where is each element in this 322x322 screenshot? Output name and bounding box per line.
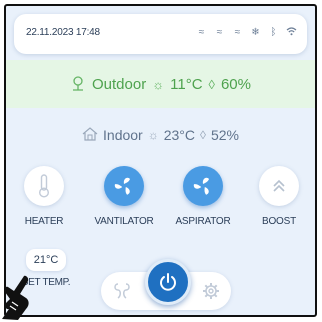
airflow-icon[interactable]: [113, 282, 131, 300]
wind-icon: ≈: [198, 27, 205, 38]
boost-mode-button[interactable]: BOOST: [242, 166, 315, 227]
humidity-icon: ◊: [208, 76, 215, 92]
heater-circle[interactable]: [24, 166, 64, 206]
outdoor-icon: [70, 75, 86, 94]
chevrons-up-icon: [273, 179, 285, 192]
indoor-humidity: 52%: [210, 127, 239, 143]
vantilator-circle[interactable]: [104, 166, 144, 206]
set-temperature-value[interactable]: 21°C: [26, 249, 66, 271]
thermometer-icon: [38, 174, 50, 198]
indoor-label: Indoor: [103, 127, 143, 143]
outdoor-temperature: 11°C: [170, 75, 203, 93]
heater-label: HEATER: [24, 216, 64, 227]
sun-icon: ☼: [152, 76, 165, 92]
heater-mode-button[interactable]: HEATER: [7, 166, 81, 227]
app-screen: 22.11.2023 17:48 ≈ ≈ ≈ ❄ ᛒ Outdoor ☼ 11°…: [4, 4, 317, 317]
date-time: 22.11.2023 17:48: [26, 27, 100, 38]
humidity-icon: ◊: [200, 128, 206, 142]
boost-circle[interactable]: [259, 166, 299, 206]
indoor-temperature: 23°C: [163, 127, 195, 143]
wind-icon: ≈: [216, 27, 223, 38]
vantilator-label: VANTILATOR: [94, 216, 154, 227]
status-icons: ≈ ≈ ≈ ❄ ᛒ: [196, 26, 297, 39]
wind-icon: ≈: [234, 27, 241, 38]
power-button[interactable]: [145, 259, 191, 305]
aspirator-mode-button[interactable]: ASPIRATOR: [166, 166, 240, 227]
sun-icon: ☼: [147, 128, 159, 142]
indoor-conditions: Indoor ☼ 23°C ◊ 52%: [6, 120, 315, 150]
status-card: 22.11.2023 17:48 ≈ ≈ ≈ ❄ ᛒ: [14, 14, 307, 54]
aspirator-label: ASPIRATOR: [175, 216, 231, 227]
fan-icon: [193, 177, 209, 195]
gear-icon[interactable]: [202, 282, 220, 300]
home-icon: [82, 126, 98, 144]
outdoor-label: Outdoor: [92, 75, 147, 93]
vantilator-mode-button[interactable]: VANTILATOR: [87, 166, 161, 227]
wifi-icon: [286, 26, 297, 39]
power-icon: [160, 273, 176, 291]
aspirator-circle[interactable]: [183, 166, 223, 206]
hand-pointer-icon: [2, 275, 29, 320]
boost-label: BOOST: [261, 216, 296, 227]
outdoor-conditions: Outdoor ☼ 11°C ◊ 60%: [6, 60, 315, 108]
bluetooth-icon: ᛒ: [270, 27, 277, 38]
fan-icon: [114, 177, 130, 195]
outdoor-humidity: 60%: [220, 75, 251, 93]
snowflake-icon: ❄: [251, 27, 260, 38]
